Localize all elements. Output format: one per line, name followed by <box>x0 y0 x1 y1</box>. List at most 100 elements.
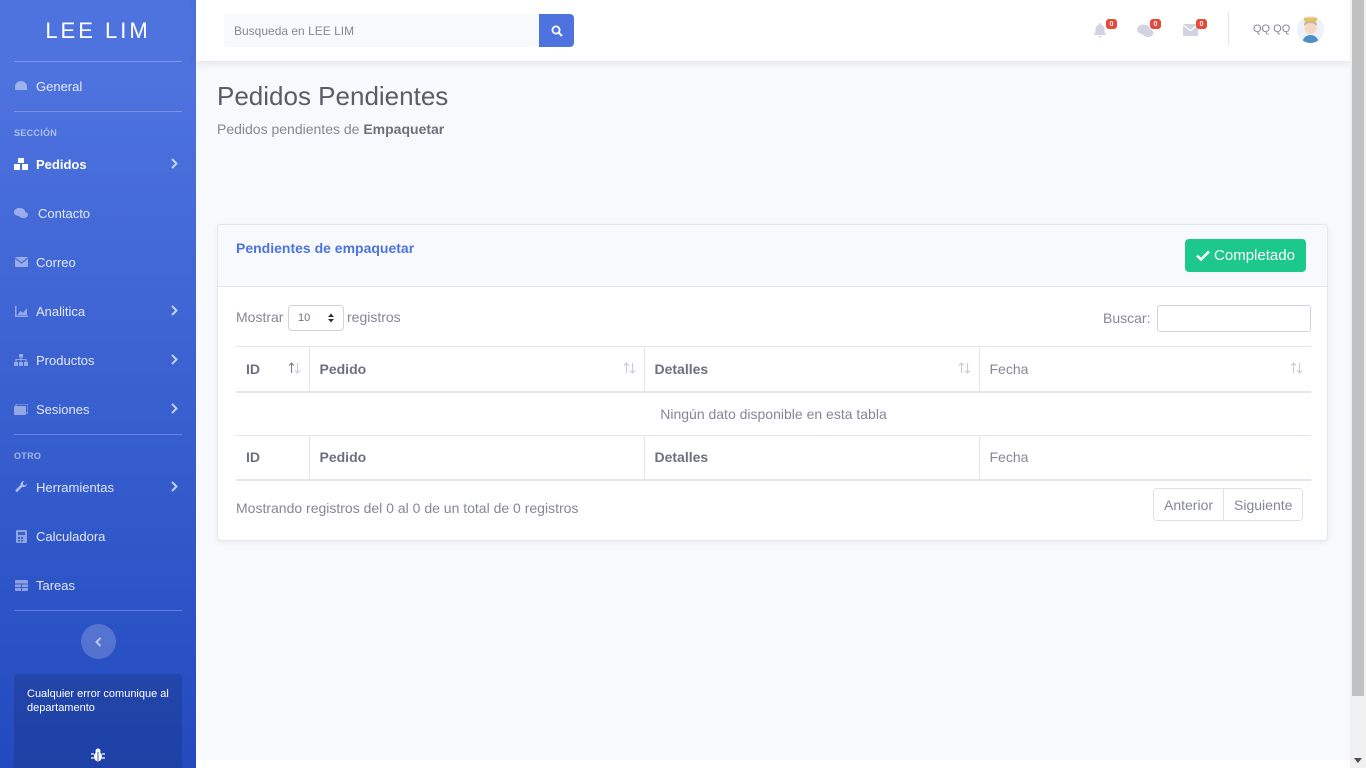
sidebar-item-label: Productos <box>36 352 95 368</box>
sidebar-item-label: Contacto <box>38 205 91 221</box>
bug-icon <box>91 748 105 766</box>
footer-header-fecha: Fecha <box>978 435 1311 481</box>
column-header-label: ID <box>246 360 260 377</box>
page-length-label: Mostrar <box>236 309 284 325</box>
page-title: Pedidos Pendientes <box>217 81 449 111</box>
dashboard-icon <box>14 79 28 93</box>
column-header-fecha[interactable]: Fecha <box>978 346 1311 393</box>
wrench-icon <box>14 480 28 494</box>
sidebar-item-analitica[interactable]: Analitica <box>0 291 196 331</box>
sidebar-item-productos[interactable]: Productos <box>0 340 196 380</box>
sidebar-item-herramientas[interactable]: Herramientas <box>0 467 196 507</box>
sidebar-item-label: Herramientas <box>36 479 115 495</box>
table-info: Mostrando registros del 0 al 0 de un tot… <box>236 500 579 516</box>
sidebar-item-tareas[interactable]: Tareas <box>0 565 196 605</box>
brand-logo[interactable]: LEE LIM <box>0 0 196 62</box>
user-name[interactable]: QQ QQ <box>1253 23 1290 35</box>
alerts-button[interactable]: 0 <box>1093 19 1117 40</box>
messages-count-badge: 0 <box>1150 19 1161 29</box>
page-scrollbar[interactable] <box>1350 0 1366 768</box>
sidebar-item-label: Correo <box>36 254 76 270</box>
photo-icon <box>14 402 28 416</box>
sidebar-item-correo[interactable]: Correo <box>0 242 196 282</box>
sort-icon <box>1290 362 1303 374</box>
completed-button-label: Completado <box>1214 247 1295 264</box>
sidebar-item-sesiones[interactable]: Sesiones <box>0 389 196 429</box>
column-header-pedido[interactable]: Pedido <box>308 346 644 393</box>
page-length-value: 10 <box>298 312 311 324</box>
sidebar-item-contacto[interactable]: Contacto <box>0 193 196 233</box>
scroll-down-button[interactable] <box>1350 752 1366 768</box>
mail-button[interactable]: 0 <box>1183 19 1207 40</box>
sitemap-icon <box>14 353 28 367</box>
sidebar-heading-other: OTRO <box>14 451 42 461</box>
sidebar-item-label: Pedidos <box>36 156 87 172</box>
sidebar-divider <box>14 111 182 112</box>
topbar: 0 0 0 QQ QQ <box>196 0 1350 61</box>
boxes-icon <box>14 157 28 171</box>
footer-strip <box>196 760 1350 768</box>
sidebar-item-label: Analitica <box>36 303 86 319</box>
chevron-right-icon <box>171 353 178 368</box>
sort-icon <box>958 362 970 374</box>
search-icon <box>551 25 563 37</box>
topbar-divider <box>1228 12 1229 46</box>
scrollbar-thumb[interactable] <box>1352 0 1364 696</box>
empty-table-message: Ningún dato disponible en esta tabla <box>660 405 887 422</box>
table-search-label: Buscar: <box>1103 310 1151 326</box>
column-header-id[interactable]: ID <box>236 346 309 393</box>
sidebar-divider <box>14 610 182 611</box>
card-header: Pendientes de empaquetar Completado <box>218 225 1327 287</box>
avatar[interactable] <box>1297 16 1324 43</box>
column-header-label: Detalles <box>654 360 709 377</box>
envelope-icon <box>14 255 28 269</box>
page-subtitle: Pedidos pendientes de Empaquetar <box>217 121 444 137</box>
search-button[interactable] <box>539 14 574 47</box>
chevron-left-icon <box>95 636 102 647</box>
calculator-icon <box>14 529 28 543</box>
orders-table: ID Pedido Detalles Fecha Ningún dato dis… <box>236 346 1311 481</box>
sidebar-item-label: Calculadora <box>36 528 106 544</box>
previous-page-button[interactable]: Anterior <box>1154 489 1224 520</box>
mail-count-badge: 0 <box>1196 19 1207 29</box>
sidebar-message-card: Cualquier error comunique al departament… <box>14 674 182 768</box>
search-input[interactable] <box>224 14 539 47</box>
column-header-label: Pedido <box>319 360 367 377</box>
footer-header-id: ID <box>236 435 309 481</box>
next-page-button[interactable]: Siguiente <box>1223 489 1303 520</box>
column-header-detalles[interactable]: Detalles <box>643 346 979 393</box>
card-title: Pendientes de empaquetar <box>236 240 415 256</box>
alerts-count-badge: 0 <box>1106 19 1117 29</box>
select-arrows-icon <box>328 313 334 323</box>
sort-asc-icon <box>288 362 300 374</box>
sidebar-item-label: General <box>36 78 83 94</box>
pagination: Anterior Siguiente <box>1153 488 1304 521</box>
bell-icon <box>1094 23 1106 38</box>
table-row: Ningún dato disponible en esta tabla <box>236 392 1311 436</box>
chevron-right-icon <box>171 402 178 417</box>
page-length-select[interactable]: 10 <box>288 305 344 331</box>
sidebar-item-label: Tareas <box>36 577 76 593</box>
sidebar-toggle-button[interactable] <box>81 624 116 659</box>
sort-icon <box>623 362 635 374</box>
table-search-input[interactable] <box>1157 305 1311 332</box>
comments-icon <box>14 206 28 220</box>
messages-button[interactable]: 0 <box>1137 19 1161 40</box>
completed-button[interactable]: Completado <box>1185 239 1306 272</box>
sidebar-divider <box>14 434 182 435</box>
page-subtitle-emphasis: Empaquetar <box>363 121 445 137</box>
footer-header-detalles: Detalles <box>643 435 979 481</box>
chevron-right-icon <box>171 157 178 172</box>
sidebar-item-calculadora[interactable]: Calculadora <box>0 516 196 556</box>
caret-down-icon <box>1354 757 1362 763</box>
page-subtitle-prefix: Pedidos pendientes de <box>217 121 364 137</box>
sidebar-heading-section: SECCIÓN <box>14 128 58 138</box>
sidebar-item-general[interactable]: General <box>0 66 196 106</box>
sidebar-item-pedidos[interactable]: Pedidos <box>0 144 196 184</box>
chevron-right-icon <box>171 480 178 495</box>
sidebar-message-text: Cualquier error comunique al departament… <box>27 688 169 714</box>
area-chart-icon <box>14 304 28 318</box>
check-icon <box>1196 250 1210 261</box>
sidebar-divider <box>14 61 182 62</box>
table-icon <box>14 578 28 592</box>
